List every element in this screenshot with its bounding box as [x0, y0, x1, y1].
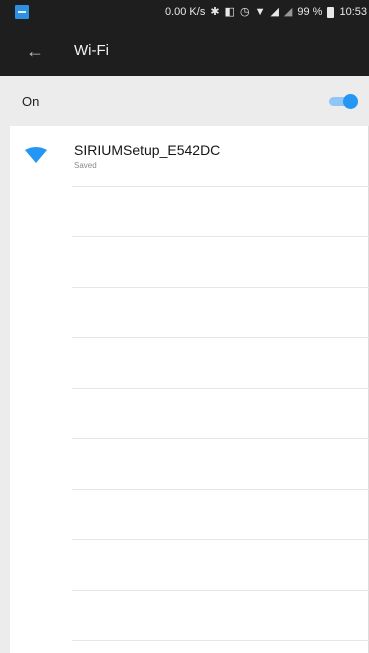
signal-secondary-icon: ◢ [283, 5, 293, 18]
list-divider [72, 388, 369, 389]
master-switch-label: On [22, 94, 40, 109]
list-divider [72, 186, 369, 187]
network-item[interactable]: SIRIUMSetup_E542DC Saved [0, 126, 369, 176]
list-divider [72, 236, 369, 237]
vibrate-icon: ◧ [224, 5, 235, 18]
wifi-status-icon: ▼ [254, 5, 266, 18]
network-status: Saved [74, 161, 97, 170]
wifi-toggle[interactable] [329, 94, 358, 109]
bluetooth-icon: ✱ [210, 5, 220, 18]
app-notification-icon [15, 5, 29, 19]
list-divider [72, 640, 369, 641]
wifi-master-switch-row[interactable]: On [0, 76, 369, 126]
battery-percent: 99 % [297, 6, 323, 18]
wifi-icon [25, 147, 47, 163]
alarm-icon: ◷ [239, 5, 250, 18]
status-indicators: 0.00 K/s ✱ ◧ ◷ ▼ ◢ ◢ 99 % 10:53 [165, 6, 367, 18]
list-divider [72, 438, 369, 439]
clock: 10:53 [339, 6, 367, 18]
list-divider [72, 489, 369, 490]
network-speed: 0.00 K/s [164, 6, 206, 18]
list-divider [72, 287, 369, 288]
network-list: SIRIUMSetup_E542DC Saved [0, 126, 369, 176]
back-button[interactable]: ← [22, 38, 48, 64]
battery-icon [327, 6, 335, 18]
toggle-thumb [343, 94, 358, 109]
list-divider [72, 337, 369, 338]
left-edge [0, 126, 10, 653]
list-divider [72, 590, 369, 591]
app-bar: ← Wi-Fi [0, 25, 369, 76]
arrow-left-icon: ← [26, 40, 44, 61]
status-bar: 0.00 K/s ✱ ◧ ◷ ▼ ◢ ◢ 99 % 10:53 [0, 0, 369, 25]
network-name: SIRIUMSetup_E542DC [74, 142, 221, 158]
list-divider [72, 539, 369, 540]
signal-icon: ◢ [270, 5, 279, 18]
page-title: Wi-Fi [74, 42, 109, 59]
